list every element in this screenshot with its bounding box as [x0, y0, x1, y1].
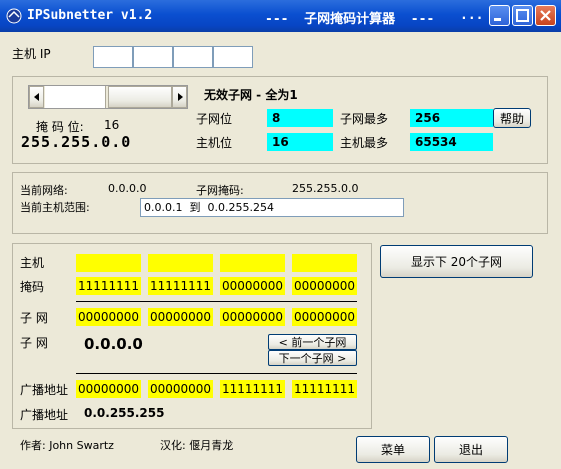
exit-button[interactable]: 退出 — [434, 436, 508, 463]
subnet-binary-label: 子 网 — [20, 311, 48, 325]
max-subnets-label: 子网最多 — [340, 112, 389, 126]
app-icon — [6, 8, 22, 24]
arrow-right-icon — [177, 93, 183, 101]
divider — [76, 301, 357, 302]
broadcast-binary-octet-1: 00000000 — [76, 380, 141, 398]
next-subnet-button[interactable]: 下一个子网 > — [268, 350, 357, 366]
host-ip-octet-1[interactable] — [93, 46, 133, 68]
subnet-binary-octet-4: 00000000 — [292, 308, 357, 326]
window-subtitle: --- 子网掩码计算器 --- — [265, 12, 435, 27]
arrow-left-icon — [33, 93, 39, 101]
mask-binary-label: 掩码 — [20, 280, 45, 294]
divider — [76, 373, 357, 374]
host-binary-octet-2 — [148, 254, 213, 272]
max-hosts-value: 65534 — [410, 133, 493, 151]
maximize-icon — [516, 9, 529, 22]
host-ip-octet-4[interactable] — [213, 46, 253, 68]
host-range-field[interactable]: 0.0.0.1 到 0.0.255.254 — [140, 198, 404, 217]
mask-binary-octet-4: 00000000 — [292, 277, 357, 295]
host-binary-octet-3 — [220, 254, 285, 272]
subnet-binary-octet-1: 00000000 — [76, 308, 141, 326]
window-title: IPSubnetter v1.2 — [27, 8, 153, 23]
current-network-label: 当前网络: — [20, 184, 68, 197]
title-dots: ... — [460, 8, 484, 23]
broadcast-binary-octet-3: 11111111 — [220, 380, 285, 398]
subnet-bits-value: 8 — [267, 109, 333, 127]
scroll-right-button[interactable] — [172, 86, 187, 108]
mask-binary-octet-3: 00000000 — [220, 277, 285, 295]
mask-binary-octet-1: 11111111 — [76, 277, 141, 295]
subnet-mask-value: 255.255.0.0 — [292, 182, 359, 195]
prev-subnet-button[interactable]: < 前一个子网 — [268, 334, 357, 350]
close-icon — [540, 10, 551, 21]
max-subnets-value: 256 — [410, 109, 493, 127]
max-hosts-label: 主机最多 — [340, 136, 389, 150]
localizer-credit: 汉化: 偃月青龙 — [160, 439, 234, 452]
subnet-address-value: 0.0.0.0 — [84, 335, 143, 353]
broadcast-binary-octet-2: 00000000 — [148, 380, 213, 398]
host-bits-value: 16 — [267, 133, 333, 151]
show-next-subnets-button[interactable]: 显示下 20个子网 — [380, 245, 533, 278]
subnet-status-heading: 无效子网 - 全为1 — [204, 88, 298, 102]
subnet-bits-label: 子网位 — [196, 112, 233, 126]
host-binary-octet-4 — [292, 254, 357, 272]
menu-button[interactable]: 菜单 — [356, 436, 430, 463]
mask-bits-value: 16 — [104, 118, 120, 132]
subnet-binary-octet-3: 00000000 — [220, 308, 285, 326]
host-ip-label: 主机 IP — [12, 47, 51, 61]
broadcast-binary-octet-4: 11111111 — [292, 380, 357, 398]
broadcast-binary-label: 广播地址 — [20, 383, 69, 397]
host-ip-octet-2[interactable] — [133, 46, 173, 68]
minimize-icon — [494, 18, 501, 21]
scroll-thumb[interactable] — [108, 86, 172, 108]
scroll-left-button[interactable] — [29, 86, 44, 108]
host-ip-octet-3[interactable] — [173, 46, 213, 68]
help-button[interactable]: 帮助 — [493, 108, 531, 128]
subnet-mask-label: 子网掩码: — [196, 184, 244, 197]
host-bits-label: 主机位 — [196, 136, 233, 150]
host-range-label: 当前主机范围: — [20, 201, 90, 214]
current-network-value: 0.0.0.0 — [108, 182, 147, 195]
maximize-button[interactable] — [512, 5, 533, 26]
minimize-button[interactable] — [489, 5, 510, 26]
mask-binary-octet-2: 11111111 — [148, 277, 213, 295]
host-binary-octet-1 — [76, 254, 141, 272]
broadcast-address-label: 广播地址 — [20, 408, 69, 422]
subnet-binary-octet-2: 00000000 — [148, 308, 213, 326]
scroll-track-left[interactable] — [45, 86, 106, 108]
subnet-address-label: 子 网 — [20, 336, 48, 350]
close-button[interactable] — [535, 5, 556, 26]
author-credit: 作者: John Swartz — [20, 439, 114, 452]
mask-value: 255.255.0.0 — [21, 133, 132, 151]
broadcast-address-value: 0.0.255.255 — [84, 406, 165, 420]
host-binary-label: 主机 — [20, 256, 45, 270]
